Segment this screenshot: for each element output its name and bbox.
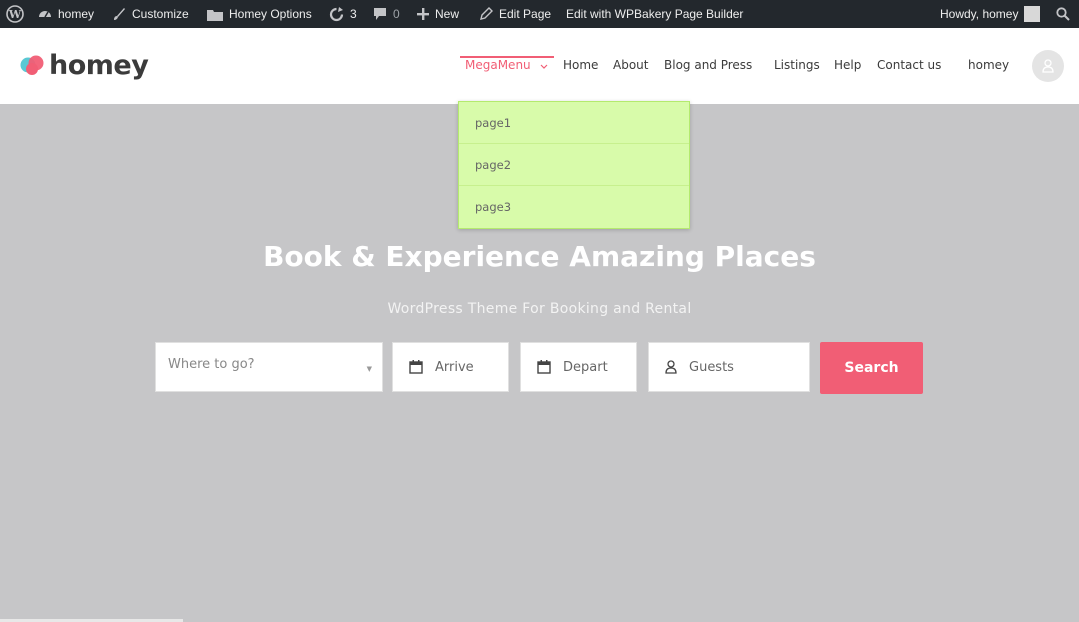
- dashboard-icon: [38, 7, 52, 21]
- hero-subtitle: WordPress Theme For Booking and Rental: [387, 301, 692, 317]
- new-content-link[interactable]: New: [417, 0, 459, 28]
- admin-bar: W homey Customize Homey Options 3 0 New …: [0, 0, 1079, 28]
- homey-options-label: Homey Options: [229, 7, 312, 21]
- megamenu-dropdown: page1 page2 page3: [458, 101, 690, 229]
- admin-avatar: [1024, 6, 1041, 22]
- updates-icon: [329, 6, 344, 22]
- plus-icon: [417, 8, 429, 20]
- nav-item-listings[interactable]: Listings: [774, 58, 820, 72]
- site-name: homey: [58, 7, 95, 21]
- comments-count: 0: [393, 7, 400, 21]
- user-name-link[interactable]: homey: [968, 58, 1009, 72]
- megamenu-item-page1[interactable]: page1: [459, 102, 689, 144]
- depart-date-field[interactable]: Depart: [520, 342, 637, 392]
- arrive-date-field[interactable]: Arrive: [392, 342, 509, 392]
- calendar-icon: [409, 360, 423, 374]
- depart-label: Depart: [563, 359, 608, 375]
- hero-title: Book & Experience Amazing Places: [263, 240, 816, 273]
- pencil-icon: [479, 7, 493, 21]
- edit-page-link[interactable]: Edit Page: [479, 0, 551, 28]
- wordpress-logo-icon[interactable]: W: [6, 0, 24, 28]
- new-label: New: [435, 7, 460, 21]
- folder-icon: [207, 8, 223, 21]
- customize-link[interactable]: Customize: [112, 0, 189, 28]
- user-icon: [1042, 59, 1054, 73]
- customize-label: Customize: [132, 7, 189, 21]
- edit-page-label: Edit Page: [499, 7, 552, 21]
- site-logo[interactable]: homey: [20, 50, 149, 81]
- edit-with-wpbakery-link[interactable]: Edit with WPBakery Page Builder: [566, 0, 743, 28]
- user-icon: [665, 360, 677, 374]
- updates-count: 3: [350, 7, 357, 21]
- brush-icon: [112, 7, 126, 21]
- user-avatar[interactable]: [1032, 50, 1064, 82]
- comment-icon: [373, 7, 387, 21]
- nav-item-megamenu[interactable]: MegaMenu: [465, 58, 548, 73]
- updates-link[interactable]: 3: [329, 0, 357, 28]
- nav-item-help[interactable]: Help: [834, 58, 861, 72]
- logo-text: homey: [49, 50, 149, 81]
- nav-item-contact-us[interactable]: Contact us: [877, 58, 941, 72]
- comments-link[interactable]: 0: [373, 0, 400, 28]
- where-to-go-field[interactable]: Where to go? ▼: [155, 342, 383, 392]
- site-name-menu[interactable]: homey: [38, 0, 94, 28]
- nav-item-blog-and-press[interactable]: Blog and Press: [664, 58, 752, 72]
- where-to-go-placeholder: Where to go?: [168, 357, 255, 372]
- guests-label: Guests: [689, 359, 734, 375]
- arrive-label: Arrive: [435, 359, 474, 375]
- howdy-greeting: Howdy, homey: [940, 7, 1019, 21]
- guests-field[interactable]: Guests: [648, 342, 810, 392]
- caret-down-icon: ▼: [366, 365, 372, 373]
- nav-item-about[interactable]: About: [613, 58, 648, 72]
- admin-search-icon[interactable]: [1056, 0, 1070, 28]
- nav-item-home[interactable]: Home: [563, 58, 598, 72]
- calendar-icon: [537, 360, 551, 374]
- svg-text:W: W: [8, 8, 22, 21]
- site-header: homey MegaMenu Home About Blog and Press…: [0, 28, 1079, 104]
- megamenu-item-page3[interactable]: page3: [459, 186, 689, 228]
- homey-options-link[interactable]: Homey Options: [207, 0, 312, 28]
- megamenu-item-page2[interactable]: page2: [459, 144, 689, 186]
- heart-logo-icon: [20, 55, 46, 77]
- search-button[interactable]: Search: [820, 342, 923, 394]
- nav-label-megamenu: MegaMenu: [465, 58, 531, 72]
- chevron-down-icon: [540, 59, 548, 73]
- edit-with-wpbakery-label: Edit with WPBakery Page Builder: [566, 7, 744, 21]
- my-account-menu[interactable]: Howdy, homey: [940, 0, 1041, 28]
